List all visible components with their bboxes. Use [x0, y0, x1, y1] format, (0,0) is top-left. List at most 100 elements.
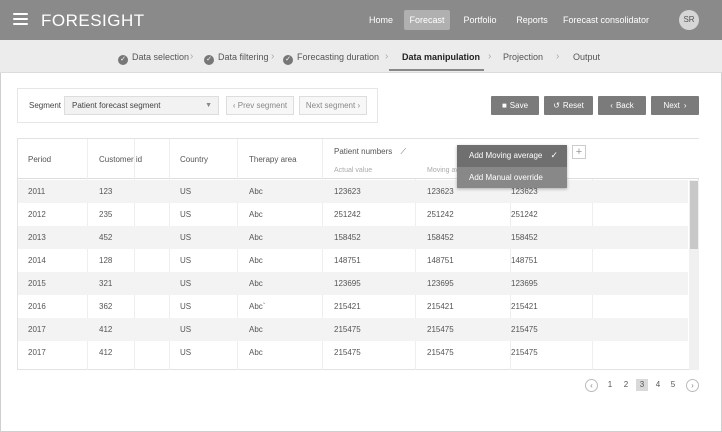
table-cell: 2015: [28, 279, 46, 288]
page-2[interactable]: 2: [621, 379, 631, 391]
chevron-right-icon: ›: [488, 51, 492, 62]
save-icon: ■: [501, 101, 507, 110]
col-country[interactable]: Country: [180, 155, 208, 164]
table-cell: 123623: [427, 187, 454, 196]
menu-item-add-moving-average[interactable]: Add Moving average ✓: [457, 145, 567, 166]
menu-item-label: Add Manual override: [469, 173, 543, 182]
reset-button[interactable]: ↺ Reset: [544, 96, 593, 115]
table-cell: 123695: [511, 279, 538, 288]
page-1[interactable]: 1: [605, 379, 615, 391]
step-data-manipulation[interactable]: Data manipulation: [402, 50, 480, 64]
plus-icon[interactable]: +: [572, 145, 586, 159]
save-button[interactable]: ■ Save: [491, 96, 539, 115]
table-cell: Abc: [249, 325, 263, 334]
nav-portfolio[interactable]: Portfolio: [460, 10, 500, 30]
page-5[interactable]: 5: [668, 379, 678, 391]
step-data-selection[interactable]: ✓ Data selection: [118, 50, 190, 65]
nav-forecast[interactable]: Forecast: [404, 10, 450, 30]
table-cell: 321: [99, 279, 113, 288]
table-cell: US: [180, 187, 192, 196]
table-cell: US: [180, 302, 192, 311]
table-cell: US: [180, 325, 192, 334]
table-cell: Abc: [249, 210, 263, 219]
next-segment-button[interactable]: Next segment ›: [299, 96, 367, 115]
save-label: Save: [509, 101, 529, 110]
table-cell: US: [180, 210, 192, 219]
reset-label: Reset: [562, 101, 584, 110]
table-cell: 2017: [28, 348, 46, 357]
page-4[interactable]: 4: [653, 379, 663, 391]
stepper: ✓ Data selection › ✓ Data filtering › ✓ For…: [0, 40, 722, 73]
table-cell: 215475: [427, 348, 454, 357]
table-row[interactable]: 2015 321 US Abc 123695 123695 123695: [18, 272, 688, 295]
table-row[interactable]: 2017 412 US Abc 215475 215475 215475: [18, 318, 688, 341]
segment-select[interactable]: Patient forecast segment ▼: [64, 96, 219, 115]
menu-item-add-manual-override[interactable]: Add Manual override: [457, 167, 567, 188]
next-label: Next: [663, 101, 680, 110]
table-cell: 123623: [511, 187, 538, 196]
table-cell: 215475: [511, 325, 538, 334]
col-customer-id[interactable]: Customer id: [99, 155, 142, 164]
step-projection[interactable]: Projection: [503, 50, 543, 64]
table-row[interactable]: 2012 235 US Abc 251242 251242 251242: [18, 203, 688, 226]
table-cell: 215475: [334, 348, 361, 357]
table-cell: Abc: [249, 348, 263, 357]
table-cell: 148751: [427, 256, 454, 265]
nav-reports[interactable]: Reports: [512, 10, 552, 30]
table-cell: 2014: [28, 256, 46, 265]
table-cell: Abc: [249, 233, 263, 242]
step-label: Data filtering: [218, 52, 269, 62]
page-3[interactable]: 3: [636, 379, 648, 391]
table-cell: 215475: [511, 348, 538, 357]
check-icon: ✓: [118, 55, 128, 65]
table-cell: 123695: [334, 279, 361, 288]
step-data-filtering[interactable]: ✓ Data filtering: [204, 50, 269, 65]
back-button[interactable]: ‹ Back: [598, 96, 646, 115]
table-cell: 215475: [334, 325, 361, 334]
prev-page-button[interactable]: ‹: [585, 379, 598, 392]
table-row[interactable]: 2016 362 US Abc` 215421 215421 215421: [18, 295, 688, 318]
col-actual-value: Actual value: [334, 167, 373, 174]
table-cell: 251242: [427, 210, 454, 219]
scrollbar-thumb[interactable]: [690, 181, 698, 249]
check-icon: ✓: [283, 55, 293, 65]
step-output[interactable]: Output: [573, 50, 600, 64]
nav-home[interactable]: Home: [362, 10, 400, 30]
next-segment-label: Next segment: [305, 101, 356, 110]
avatar[interactable]: SR: [679, 10, 699, 30]
chevron-down-icon: ▼: [205, 102, 212, 109]
col-therapy-area[interactable]: Therapy area: [249, 155, 297, 164]
table-row[interactable]: 2014 128 US Abc 148751 148751 148751: [18, 249, 688, 272]
table-cell: US: [180, 233, 192, 242]
check-icon: ✓: [204, 55, 214, 65]
table-cell: 2011: [28, 187, 46, 196]
table-cell: 215421: [334, 302, 361, 311]
table-cell: Abc: [249, 279, 263, 288]
nav-forecast-consolidator[interactable]: Forecast consolidator: [562, 10, 650, 30]
step-forecasting-duration[interactable]: ✓ Forecasting duration: [283, 50, 379, 65]
table-cell: 123623: [334, 187, 361, 196]
table-row[interactable]: 2011 123 US Abc 123623 123623 123623: [18, 180, 688, 203]
top-bar: FORESIGHT Home Forecast Portfolio Report…: [0, 0, 722, 40]
prev-segment-button[interactable]: ‹ Prev segment: [226, 96, 294, 115]
table-cell: 235: [99, 210, 113, 219]
chevron-right-icon: ›: [190, 51, 194, 62]
check-icon: ✓: [550, 150, 558, 160]
table-header: Period Customer id Country Therapy area …: [18, 139, 699, 179]
table-cell: 123: [99, 187, 113, 196]
col-patient-numbers: Patient numbers ⟋: [334, 147, 406, 157]
table-cell: US: [180, 348, 192, 357]
table-cell: 2012: [28, 210, 46, 219]
table-cell: 251242: [334, 210, 361, 219]
table-cell: 158452: [511, 233, 538, 242]
next-page-button[interactable]: ›: [686, 379, 699, 392]
back-label: Back: [615, 101, 634, 110]
table-row[interactable]: 2017 412 US Abc 215475 215475 215475: [18, 341, 688, 364]
col-period[interactable]: Period: [28, 155, 51, 164]
step-label: Data selection: [132, 52, 190, 62]
table-row[interactable]: 2013 452 US Abc 158452 158452 158452: [18, 226, 688, 249]
table-cell: US: [180, 256, 192, 265]
trend-icon[interactable]: ⟋: [401, 147, 407, 156]
hamburger-menu-icon[interactable]: [13, 13, 28, 25]
next-button[interactable]: Next ›: [651, 96, 699, 115]
